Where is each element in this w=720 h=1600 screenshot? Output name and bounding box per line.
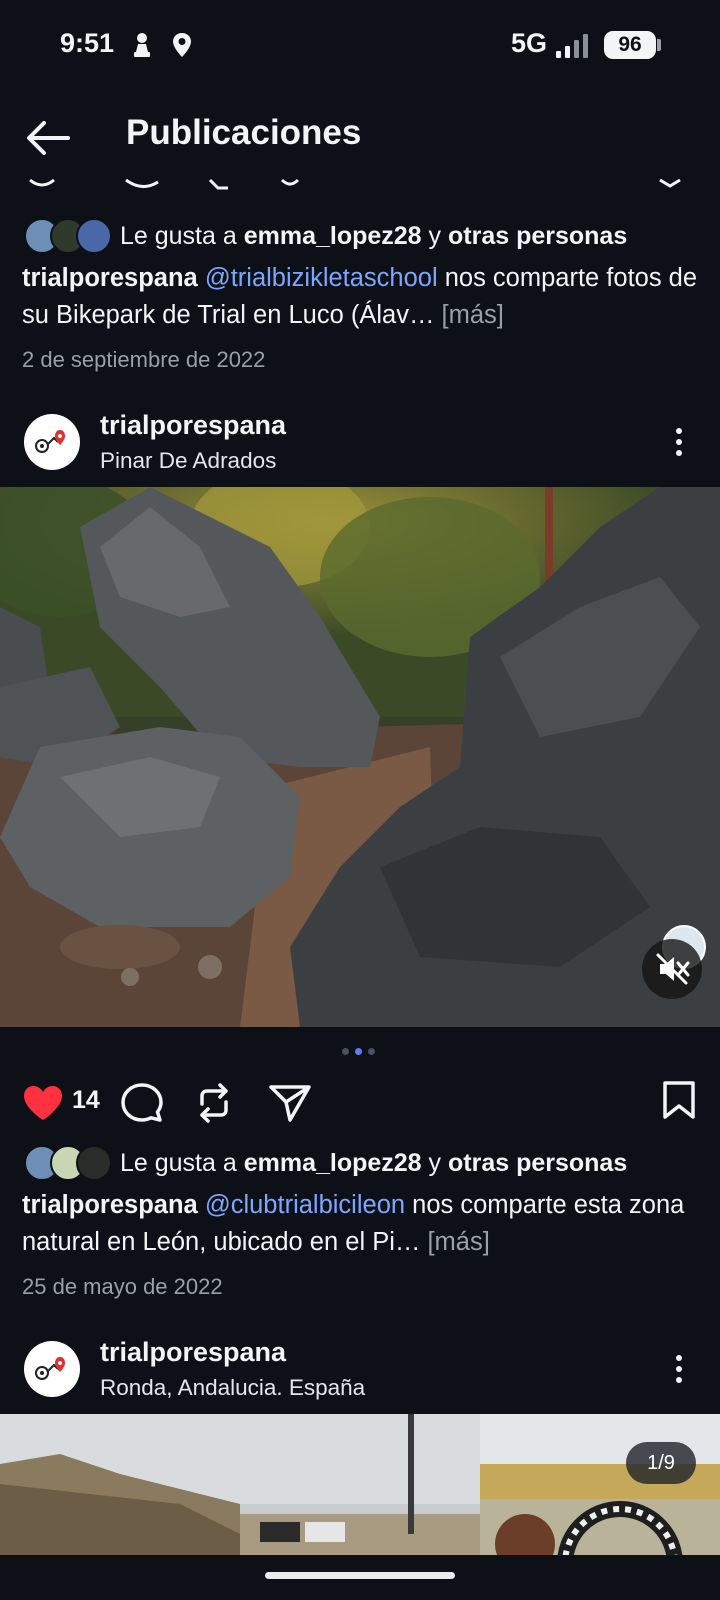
more-options-icon[interactable] bbox=[674, 1355, 684, 1387]
battery-icon: 96 bbox=[604, 31, 656, 59]
post-header: trialporespana Pinar De Adrados bbox=[0, 410, 720, 490]
skatepark-photo bbox=[0, 1414, 720, 1555]
rocks-forest-photo bbox=[0, 487, 720, 1027]
post-location[interactable]: Ronda, Andalucia. España bbox=[100, 1375, 365, 1401]
avatar[interactable] bbox=[24, 414, 80, 470]
caption-mention[interactable]: @clubtrialbicileon bbox=[205, 1191, 405, 1219]
caption-mention[interactable]: @trialbizikletaschool bbox=[205, 264, 438, 292]
system-nav-bar bbox=[0, 1555, 720, 1600]
avatar[interactable] bbox=[24, 1341, 80, 1397]
post-header: trialporespana Ronda, Andalucia. España bbox=[0, 1337, 720, 1417]
post-caption: trialporespana @trialbizikletaschool nos… bbox=[22, 260, 702, 334]
carousel-dot-active bbox=[355, 1048, 362, 1055]
liked-by-user[interactable]: emma_lopez28 bbox=[244, 222, 422, 250]
heart-icon[interactable] bbox=[22, 1084, 64, 1122]
post-username[interactable]: trialporespana bbox=[100, 410, 286, 441]
trial-logo-icon bbox=[35, 1357, 65, 1380]
liked-by-text: Le gusta a emma_lopez28 y otras personas bbox=[120, 221, 628, 250]
network-type: 5G bbox=[511, 28, 548, 58]
carousel-dot bbox=[368, 1048, 375, 1055]
status-time: 9:51 bbox=[60, 28, 115, 58]
send-icon[interactable] bbox=[268, 1082, 312, 1124]
previous-post-actions-peek bbox=[29, 178, 681, 190]
liked-by-text: Le gusta a emma_lopez28 y otras personas bbox=[120, 1148, 628, 1177]
caption-username[interactable]: trialporespana bbox=[22, 264, 198, 292]
post-media[interactable] bbox=[0, 487, 720, 1027]
avatar bbox=[76, 1145, 112, 1181]
liked-by-others[interactable]: otras personas bbox=[448, 222, 627, 250]
post-location[interactable]: Pinar De Adrados bbox=[100, 448, 276, 474]
carousel-dots bbox=[342, 1048, 375, 1055]
post-media[interactable]: 1/9 bbox=[0, 1414, 720, 1555]
liker-avatars bbox=[24, 1145, 112, 1181]
post-actions: 14 bbox=[0, 1078, 720, 1126]
caption-more-link[interactable]: [más] bbox=[442, 301, 504, 329]
location-pin-icon bbox=[173, 33, 191, 57]
liker-avatars bbox=[24, 218, 112, 254]
status-bar: 9:51 5G 96 bbox=[0, 0, 720, 90]
like-count[interactable]: 14 bbox=[72, 1086, 100, 1115]
liked-by-user[interactable]: emma_lopez28 bbox=[244, 1149, 422, 1177]
trial-logo-icon bbox=[35, 430, 65, 453]
carousel-dot bbox=[342, 1048, 349, 1055]
post-date: 25 de mayo de 2022 bbox=[22, 1274, 223, 1299]
arrow-left-icon[interactable] bbox=[24, 118, 72, 158]
avatar bbox=[76, 218, 112, 254]
chess-pawn-icon bbox=[134, 33, 150, 57]
post-caption: trialporespana @clubtrialbicileon nos co… bbox=[22, 1187, 702, 1261]
app-bar: Publicaciones bbox=[0, 90, 720, 185]
caption-more-link[interactable]: [más] bbox=[427, 1228, 489, 1256]
liked-by-others[interactable]: otras personas bbox=[448, 1149, 627, 1177]
home-gesture-handle[interactable] bbox=[265, 1572, 455, 1579]
signal-icon bbox=[556, 34, 588, 58]
liked-by-row[interactable]: Le gusta a emma_lopez28 y otras personas bbox=[24, 216, 627, 256]
more-options-icon[interactable] bbox=[674, 428, 684, 460]
mute-icon[interactable] bbox=[642, 939, 702, 999]
liked-by-row[interactable]: Le gusta a emma_lopez28 y otras personas bbox=[24, 1143, 627, 1183]
page-title: Publicaciones bbox=[126, 113, 362, 152]
battery-tip bbox=[657, 39, 661, 51]
post-username[interactable]: trialporespana bbox=[100, 1337, 286, 1368]
post-date: 2 de septiembre de 2022 bbox=[22, 347, 266, 372]
media-counter: 1/9 bbox=[626, 1442, 696, 1484]
bookmark-icon[interactable] bbox=[662, 1080, 696, 1120]
caption-username[interactable]: trialporespana bbox=[22, 1191, 198, 1219]
repost-icon[interactable] bbox=[194, 1082, 234, 1124]
comment-icon[interactable] bbox=[120, 1082, 164, 1124]
